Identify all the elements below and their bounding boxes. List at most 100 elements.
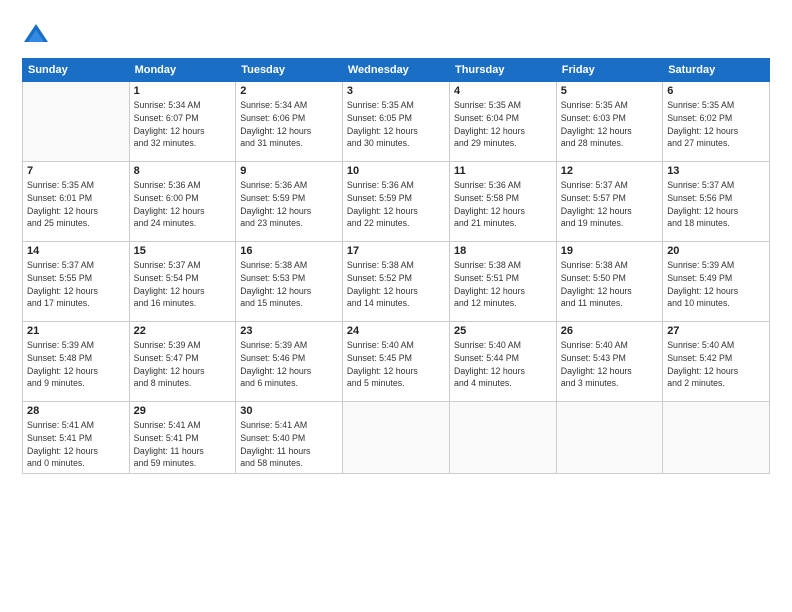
day-number: 15 bbox=[134, 245, 232, 257]
day-info: Sunrise: 5:35 AM Sunset: 6:04 PM Dayligh… bbox=[454, 99, 552, 150]
day-number: 20 bbox=[667, 245, 765, 257]
calendar-cell bbox=[663, 402, 770, 474]
day-info: Sunrise: 5:39 AM Sunset: 5:46 PM Dayligh… bbox=[240, 339, 338, 390]
day-number: 30 bbox=[240, 405, 338, 417]
day-info: Sunrise: 5:39 AM Sunset: 5:47 PM Dayligh… bbox=[134, 339, 232, 390]
day-info: Sunrise: 5:40 AM Sunset: 5:44 PM Dayligh… bbox=[454, 339, 552, 390]
calendar-cell: 23Sunrise: 5:39 AM Sunset: 5:46 PM Dayli… bbox=[236, 322, 343, 402]
calendar-cell bbox=[556, 402, 662, 474]
day-number: 18 bbox=[454, 245, 552, 257]
day-number: 10 bbox=[347, 165, 445, 177]
day-number: 6 bbox=[667, 85, 765, 97]
day-info: Sunrise: 5:40 AM Sunset: 5:45 PM Dayligh… bbox=[347, 339, 445, 390]
day-number: 13 bbox=[667, 165, 765, 177]
day-number: 1 bbox=[134, 85, 232, 97]
weekday-header-sunday: Sunday bbox=[23, 59, 130, 82]
header bbox=[22, 18, 770, 50]
day-number: 11 bbox=[454, 165, 552, 177]
calendar-cell bbox=[342, 402, 449, 474]
calendar-cell: 27 Sunrise: 5:40 AM Sunset: 5:42 PM Dayli… bbox=[663, 322, 770, 402]
weekday-header-friday: Friday bbox=[556, 59, 662, 82]
calendar-cell: 6Sunrise: 5:35 AM Sunset: 6:02 PM Daylig… bbox=[663, 82, 770, 162]
calendar-cell: 4 Sunrise: 5:35 AM Sunset: 6:04 PM Daylig… bbox=[449, 82, 556, 162]
day-number: 29 bbox=[134, 405, 232, 417]
day-number: 25 bbox=[454, 325, 552, 337]
calendar-table: SundayMondayTuesdayWednesdayThursdayFrid… bbox=[22, 58, 770, 474]
day-info: Sunrise: 5:35 AM Sunset: 6:01 PM Dayligh… bbox=[27, 179, 125, 230]
logo bbox=[22, 22, 54, 50]
calendar-cell: 7Sunrise: 5:35 AM Sunset: 6:01 PM Daylig… bbox=[23, 162, 130, 242]
day-info: Sunrise: 5:35 AM Sunset: 6:05 PM Dayligh… bbox=[347, 99, 445, 150]
calendar-cell: 17 Sunrise: 5:38 AM Sunset: 5:52 PM Dayli… bbox=[342, 242, 449, 322]
day-info: Sunrise: 5:38 AM Sunset: 5:52 PM Dayligh… bbox=[347, 259, 445, 310]
day-info: Sunrise: 5:41 AM Sunset: 5:40 PM Dayligh… bbox=[240, 419, 338, 470]
day-number: 22 bbox=[134, 325, 232, 337]
day-number: 17 bbox=[347, 245, 445, 257]
weekday-header-saturday: Saturday bbox=[663, 59, 770, 82]
week-row-3: 14 Sunrise: 5:37 AM Sunset: 5:55 PM Dayli… bbox=[23, 242, 770, 322]
day-number: 27 bbox=[667, 325, 765, 337]
day-number: 8 bbox=[134, 165, 232, 177]
day-number: 16 bbox=[240, 245, 338, 257]
day-info: Sunrise: 5:37 AM Sunset: 5:55 PM Dayligh… bbox=[27, 259, 125, 310]
day-info: Sunrise: 5:40 AM Sunset: 5:42 PM Dayligh… bbox=[667, 339, 765, 390]
calendar-cell: 9 Sunrise: 5:36 AM Sunset: 5:59 PM Daylig… bbox=[236, 162, 343, 242]
calendar-cell: 25 Sunrise: 5:40 AM Sunset: 5:44 PM Dayli… bbox=[449, 322, 556, 402]
day-info: Sunrise: 5:37 AM Sunset: 5:54 PM Dayligh… bbox=[134, 259, 232, 310]
week-row-4: 21 Sunrise: 5:39 AM Sunset: 5:48 PM Dayli… bbox=[23, 322, 770, 402]
calendar-cell: 22 Sunrise: 5:39 AM Sunset: 5:47 PM Dayli… bbox=[129, 322, 236, 402]
calendar-cell: 29 Sunrise: 5:41 AM Sunset: 5:41 PM Dayli… bbox=[129, 402, 236, 474]
day-number: 4 bbox=[454, 85, 552, 97]
calendar-cell: 8 Sunrise: 5:36 AM Sunset: 6:00 PM Daylig… bbox=[129, 162, 236, 242]
day-info: Sunrise: 5:36 AM Sunset: 5:59 PM Dayligh… bbox=[347, 179, 445, 230]
weekday-header-wednesday: Wednesday bbox=[342, 59, 449, 82]
day-info: Sunrise: 5:34 AM Sunset: 6:07 PM Dayligh… bbox=[134, 99, 232, 150]
logo-icon bbox=[22, 22, 50, 50]
day-info: Sunrise: 5:38 AM Sunset: 5:50 PM Dayligh… bbox=[561, 259, 658, 310]
calendar-cell: 11 Sunrise: 5:36 AM Sunset: 5:58 PM Dayli… bbox=[449, 162, 556, 242]
calendar-cell: 5Sunrise: 5:35 AM Sunset: 6:03 PM Daylig… bbox=[556, 82, 662, 162]
calendar-cell: 13 Sunrise: 5:37 AM Sunset: 5:56 PM Dayli… bbox=[663, 162, 770, 242]
day-number: 3 bbox=[347, 85, 445, 97]
day-number: 21 bbox=[27, 325, 125, 337]
weekday-header-tuesday: Tuesday bbox=[236, 59, 343, 82]
week-row-5: 28 Sunrise: 5:41 AM Sunset: 5:41 PM Dayli… bbox=[23, 402, 770, 474]
day-info: Sunrise: 5:40 AM Sunset: 5:43 PM Dayligh… bbox=[561, 339, 658, 390]
day-number: 2 bbox=[240, 85, 338, 97]
weekday-header-row: SundayMondayTuesdayWednesdayThursdayFrid… bbox=[23, 59, 770, 82]
day-info: Sunrise: 5:38 AM Sunset: 5:51 PM Dayligh… bbox=[454, 259, 552, 310]
calendar-cell: 10 Sunrise: 5:36 AM Sunset: 5:59 PM Dayli… bbox=[342, 162, 449, 242]
calendar-cell: 14 Sunrise: 5:37 AM Sunset: 5:55 PM Dayli… bbox=[23, 242, 130, 322]
day-info: Sunrise: 5:36 AM Sunset: 5:58 PM Dayligh… bbox=[454, 179, 552, 230]
day-info: Sunrise: 5:37 AM Sunset: 5:56 PM Dayligh… bbox=[667, 179, 765, 230]
day-info: Sunrise: 5:41 AM Sunset: 5:41 PM Dayligh… bbox=[134, 419, 232, 470]
calendar-cell: 20Sunrise: 5:39 AM Sunset: 5:49 PM Dayli… bbox=[663, 242, 770, 322]
day-info: Sunrise: 5:36 AM Sunset: 6:00 PM Dayligh… bbox=[134, 179, 232, 230]
day-info: Sunrise: 5:37 AM Sunset: 5:57 PM Dayligh… bbox=[561, 179, 658, 230]
day-info: Sunrise: 5:36 AM Sunset: 5:59 PM Dayligh… bbox=[240, 179, 338, 230]
weekday-header-thursday: Thursday bbox=[449, 59, 556, 82]
calendar-cell: 2 Sunrise: 5:34 AM Sunset: 6:06 PM Daylig… bbox=[236, 82, 343, 162]
day-number: 24 bbox=[347, 325, 445, 337]
day-number: 28 bbox=[27, 405, 125, 417]
day-info: Sunrise: 5:38 AM Sunset: 5:53 PM Dayligh… bbox=[240, 259, 338, 310]
page: SundayMondayTuesdayWednesdayThursdayFrid… bbox=[0, 0, 792, 612]
calendar-cell: 21 Sunrise: 5:39 AM Sunset: 5:48 PM Dayli… bbox=[23, 322, 130, 402]
week-row-1: 1 Sunrise: 5:34 AM Sunset: 6:07 PM Daylig… bbox=[23, 82, 770, 162]
day-info: Sunrise: 5:34 AM Sunset: 6:06 PM Dayligh… bbox=[240, 99, 338, 150]
day-info: Sunrise: 5:41 AM Sunset: 5:41 PM Dayligh… bbox=[27, 419, 125, 470]
day-info: Sunrise: 5:39 AM Sunset: 5:48 PM Dayligh… bbox=[27, 339, 125, 390]
calendar-cell bbox=[449, 402, 556, 474]
calendar-cell: 16 Sunrise: 5:38 AM Sunset: 5:53 PM Dayli… bbox=[236, 242, 343, 322]
weekday-header-monday: Monday bbox=[129, 59, 236, 82]
day-number: 9 bbox=[240, 165, 338, 177]
calendar-cell: 3 Sunrise: 5:35 AM Sunset: 6:05 PM Daylig… bbox=[342, 82, 449, 162]
day-number: 14 bbox=[27, 245, 125, 257]
calendar-cell: 28 Sunrise: 5:41 AM Sunset: 5:41 PM Dayli… bbox=[23, 402, 130, 474]
calendar-cell: 19Sunrise: 5:38 AM Sunset: 5:50 PM Dayli… bbox=[556, 242, 662, 322]
day-number: 5 bbox=[561, 85, 658, 97]
calendar-cell: 24 Sunrise: 5:40 AM Sunset: 5:45 PM Dayli… bbox=[342, 322, 449, 402]
calendar-cell: 1 Sunrise: 5:34 AM Sunset: 6:07 PM Daylig… bbox=[129, 82, 236, 162]
week-row-2: 7Sunrise: 5:35 AM Sunset: 6:01 PM Daylig… bbox=[23, 162, 770, 242]
day-number: 12 bbox=[561, 165, 658, 177]
